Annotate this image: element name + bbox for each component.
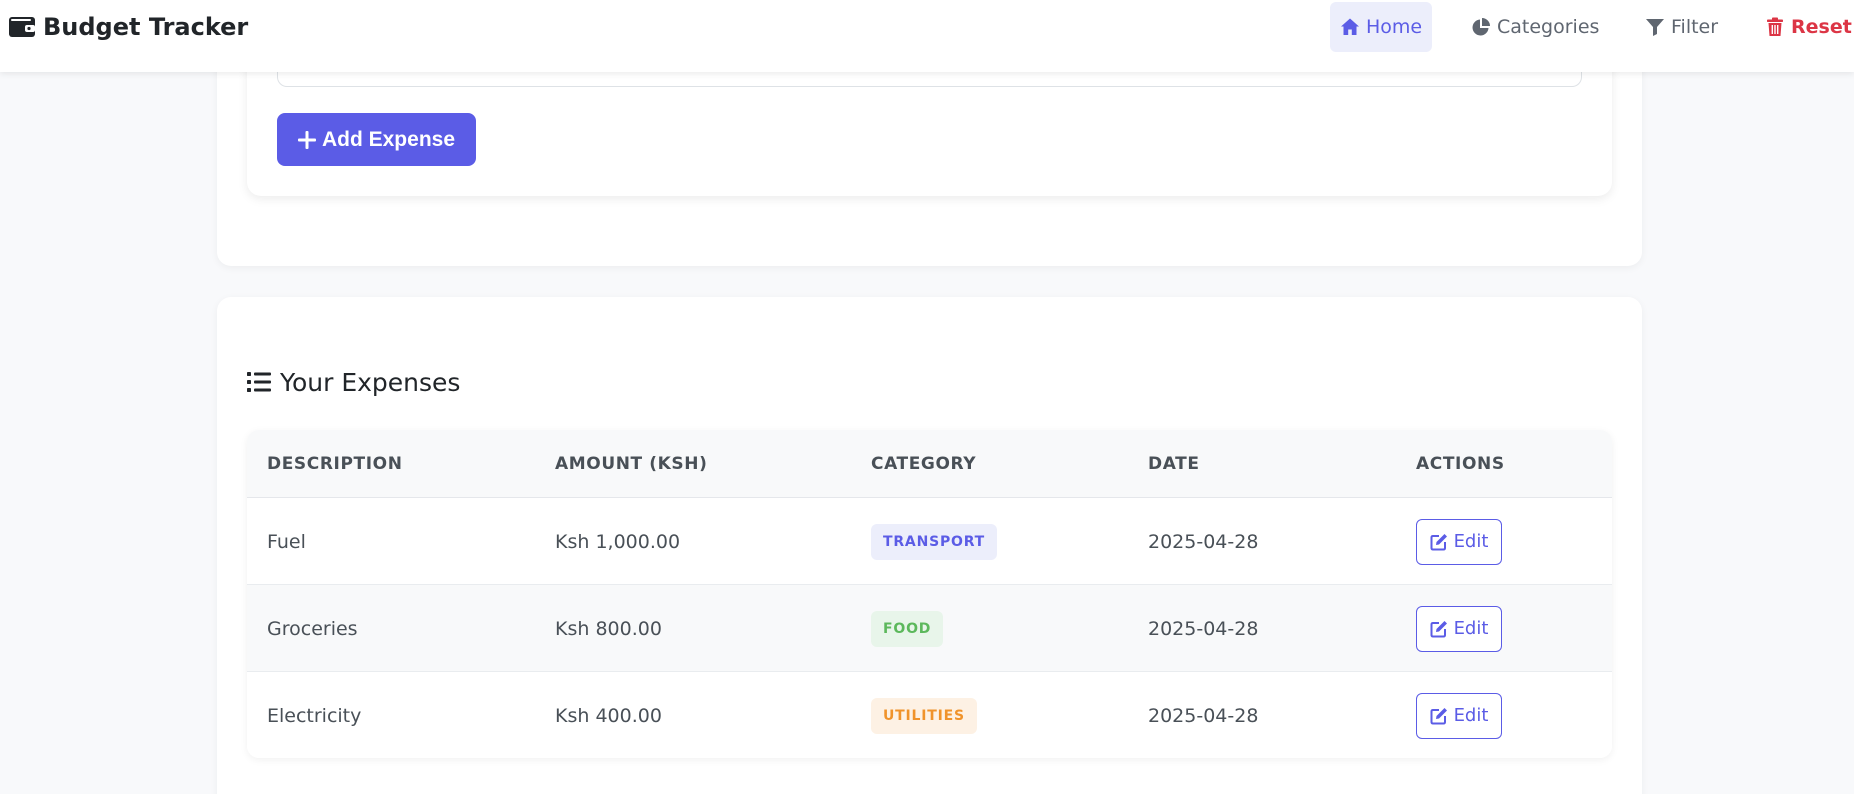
add-expense-button[interactable]: Add Expense <box>277 113 476 166</box>
column-header-category[interactable]: CATEGORY <box>871 430 976 498</box>
edit-icon <box>1430 707 1447 724</box>
cell-date: 2025-04-28 <box>1148 704 1259 727</box>
cell-actions: Edit <box>1416 672 1502 758</box>
edit-button[interactable]: Edit <box>1416 692 1502 739</box>
table-row: Groceries Ksh 800.00 FOOD 2025-04-28 Edi… <box>247 585 1612 672</box>
column-header-amount[interactable]: AMOUNT (KSH) <box>555 430 707 498</box>
pie-chart-icon <box>1472 18 1490 36</box>
cell-date: 2025-04-28 <box>1148 617 1259 640</box>
cell-date: 2025-04-28 <box>1148 530 1259 553</box>
edit-icon <box>1430 533 1447 550</box>
column-header-date[interactable]: DATE <box>1148 430 1200 498</box>
edit-label: Edit <box>1453 705 1489 726</box>
expenses-title: Your Expenses <box>247 365 460 399</box>
cell-category: TRANSPORT <box>871 498 998 585</box>
nav-item-home[interactable]: Home <box>1330 2 1433 52</box>
cell-amount: Ksh 800.00 <box>555 617 662 640</box>
wallet-icon <box>9 17 35 37</box>
expenses-table: DESCRIPTION AMOUNT (KSH) CATEGORY DATE A… <box>247 430 1612 758</box>
category-badge-transport: TRANSPORT <box>871 523 998 560</box>
nav-label-reset: Reset <box>1791 16 1852 38</box>
edit-icon <box>1430 620 1447 637</box>
plus-icon <box>297 130 316 149</box>
nav-item-categories[interactable]: Categories <box>1461 2 1609 52</box>
cell-amount: Ksh 400.00 <box>555 704 662 727</box>
nav-label-categories: Categories <box>1497 16 1600 38</box>
table-header: DESCRIPTION AMOUNT (KSH) CATEGORY DATE A… <box>247 430 1612 498</box>
nav-item-filter[interactable]: Filter <box>1635 2 1728 52</box>
table-row: Electricity Ksh 400.00 UTILITIES 2025-04… <box>247 672 1612 758</box>
list-icon <box>247 372 271 392</box>
navbar: Budget Tracker Home Categories Filter Re… <box>0 0 1854 72</box>
brand[interactable]: Budget Tracker <box>9 10 248 44</box>
edit-label: Edit <box>1453 618 1489 639</box>
expenses-title-text: Your Expenses <box>280 367 461 397</box>
nav-label-filter: Filter <box>1671 16 1719 38</box>
cell-description: Fuel <box>267 530 306 553</box>
brand-title: Budget Tracker <box>43 13 249 41</box>
column-header-description[interactable]: DESCRIPTION <box>267 430 403 498</box>
category-badge-food: FOOD <box>871 610 944 647</box>
edit-button[interactable]: Edit <box>1416 605 1502 652</box>
edit-button[interactable]: Edit <box>1416 518 1502 565</box>
table-row: Fuel Ksh 1,000.00 TRANSPORT 2025-04-28 E… <box>247 498 1612 585</box>
cell-description: Electricity <box>267 704 362 727</box>
cell-category: UTILITIES <box>871 672 977 758</box>
add-expense-label: Add Expense <box>321 127 456 151</box>
home-icon <box>1341 18 1359 35</box>
cell-description: Groceries <box>267 617 358 640</box>
nav-item-reset[interactable]: Reset <box>1755 2 1854 52</box>
nav-label-home: Home <box>1366 16 1423 38</box>
cell-category: FOOD <box>871 585 944 672</box>
edit-label: Edit <box>1453 531 1489 552</box>
cell-actions: Edit <box>1416 585 1502 672</box>
filter-icon <box>1646 19 1664 36</box>
trash-icon <box>1767 17 1783 36</box>
cell-amount: Ksh 1,000.00 <box>555 530 681 553</box>
cell-actions: Edit <box>1416 498 1502 585</box>
column-header-actions: ACTIONS <box>1416 454 1505 474</box>
category-badge-utilities: UTILITIES <box>871 697 977 734</box>
